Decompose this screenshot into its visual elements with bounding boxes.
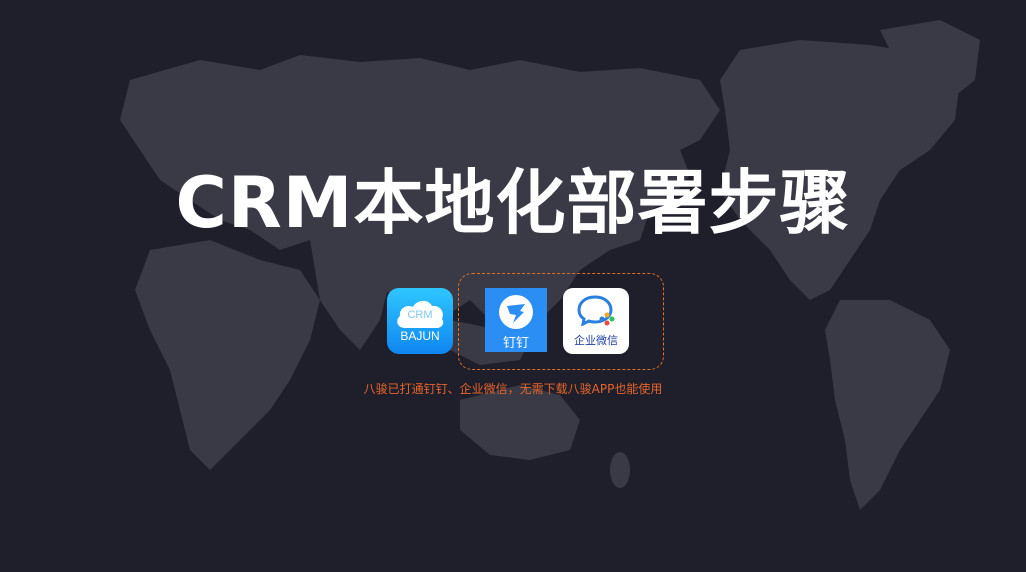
- integration-note: 八骏已打通钉钉、企业微信，无需下载八骏APP也能使用: [363, 382, 663, 396]
- wecom-chat-icon: [577, 295, 615, 326]
- bajun-label: BAJUN: [400, 329, 440, 343]
- map-new-zealand: [610, 452, 630, 488]
- map-south-america: [825, 300, 950, 510]
- wecom-label: 企业微信: [574, 334, 618, 347]
- wecom-app-icon[interactable]: 企业微信: [563, 288, 629, 354]
- page-title: CRM本地化部署步骤: [175, 162, 851, 244]
- crm-badge-text: CRM: [407, 309, 433, 321]
- crm-app-icon[interactable]: CRM BAJUN: [387, 288, 453, 354]
- dingtalk-app-icon[interactable]: 钉钉: [485, 288, 547, 352]
- dingtalk-bird-icon: [499, 295, 533, 329]
- map-britain: [135, 99, 155, 131]
- map-africa: [135, 240, 320, 470]
- dingtalk-label: 钉钉: [502, 336, 529, 351]
